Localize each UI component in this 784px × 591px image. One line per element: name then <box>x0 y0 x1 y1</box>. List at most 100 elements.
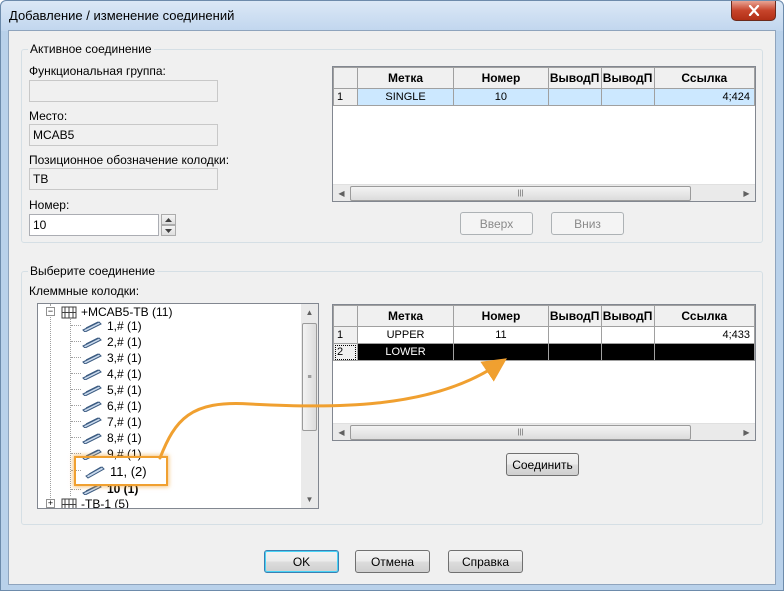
place-field: MCAB5 <box>29 124 218 146</box>
tree-item-terminal[interactable]: 7,# (1) <box>81 414 142 430</box>
column-header[interactable]: Метка <box>356 67 455 89</box>
tree-item-terminal[interactable]: 8,# (1) <box>81 430 142 446</box>
tree-item-terminal[interactable]: 5,# (1) <box>81 382 142 398</box>
terminal-icon <box>82 401 102 412</box>
annotation-highlight-box <box>74 456 168 486</box>
cell-out1[interactable] <box>547 326 602 344</box>
dialog-client-area: Активное соединение Функциональная групп… <box>8 30 776 585</box>
number-label: Номер: <box>29 198 70 212</box>
cell-ref[interactable]: 4;433 <box>653 326 755 344</box>
ok-button[interactable]: OK <box>264 550 339 573</box>
cell-number[interactable]: 11 <box>453 326 549 344</box>
column-header[interactable]: ВыводП <box>600 67 655 89</box>
grid-header-row: Метка Номер ВыводП ВыводП Ссылка <box>333 67 755 89</box>
tree-item-label: 3,# (1) <box>107 351 142 365</box>
table-row[interactable]: 1 SINGLE 10 4;424 <box>333 88 755 106</box>
cell-out1[interactable] <box>547 88 602 106</box>
cell-number[interactable]: 10 <box>453 88 549 106</box>
cell-ref[interactable]: 4;424 <box>653 88 755 106</box>
cell-out2[interactable] <box>600 326 655 344</box>
column-header[interactable]: ВыводП <box>547 67 602 89</box>
spin-down-icon <box>165 228 172 233</box>
terminal-strip-label: Позиционное обозначение колодки: <box>29 153 230 167</box>
column-header[interactable]: Ссылка <box>653 305 755 327</box>
tree-branch-line <box>71 373 81 374</box>
select-connection-grid[interactable]: Метка Номер ВыводП ВыводП Ссылка 1 UPPER… <box>332 304 756 441</box>
cell-out2[interactable] <box>600 88 655 106</box>
select-connection-group: Выберите соединение Клеммные колодки: − … <box>21 264 763 525</box>
scroll-thumb[interactable]: ≡ <box>302 323 317 431</box>
tree-branch-line <box>71 437 81 438</box>
scroll-left-arrow[interactable]: ◀ <box>333 424 350 440</box>
column-header[interactable]: ВыводП <box>600 305 655 327</box>
active-grid-hscrollbar[interactable]: ◀ ||| ▶ <box>333 184 755 201</box>
table-row[interactable]: 1 UPPER 11 4;433 <box>333 326 755 344</box>
scroll-thumb[interactable]: ||| <box>350 425 691 440</box>
terminal-strips-label: Клеммные колодки: <box>29 284 140 298</box>
column-header[interactable]: Номер <box>453 305 549 327</box>
column-header[interactable]: Номер <box>453 67 549 89</box>
scroll-left-arrow[interactable]: ◀ <box>333 185 350 201</box>
tree-expand-icon[interactable]: + <box>46 499 55 508</box>
cell-label[interactable]: LOWER <box>356 343 455 361</box>
tree-root-label: +MCAB5-TB (11) <box>81 305 173 319</box>
number-input[interactable]: 10 <box>29 214 159 236</box>
active-connection-legend: Активное соединение <box>28 42 154 56</box>
scroll-right-arrow[interactable]: ▶ <box>738 185 755 201</box>
scroll-down-arrow[interactable]: ▼ <box>301 491 318 508</box>
move-down-button[interactable]: Вниз <box>551 212 624 235</box>
cell-out1[interactable] <box>547 343 602 361</box>
cell-label[interactable]: SINGLE <box>356 88 455 106</box>
tree-branch-line <box>71 489 81 490</box>
column-header[interactable]: ВыводП <box>547 305 602 327</box>
select-grid-hscrollbar[interactable]: ◀ ||| ▶ <box>333 423 755 440</box>
grid-header-row: Метка Номер ВыводП ВыводП Ссылка <box>333 305 755 327</box>
scroll-thumb[interactable]: ||| <box>350 186 691 201</box>
column-header[interactable]: Ссылка <box>653 67 755 89</box>
row-index[interactable]: 1 <box>333 88 358 106</box>
cell-number[interactable] <box>453 343 549 361</box>
tree-item-terminal[interactable]: 4,# (1) <box>81 366 142 382</box>
row-index[interactable]: 1 <box>333 326 358 344</box>
move-up-button[interactable]: Вверх <box>460 212 533 235</box>
terminal-icon <box>82 433 102 444</box>
tree-item-label: 4,# (1) <box>107 367 142 381</box>
cell-out2[interactable] <box>600 343 655 361</box>
tree-guide-line <box>70 316 71 496</box>
cell-ref[interactable] <box>653 343 755 361</box>
scroll-right-arrow[interactable]: ▶ <box>738 424 755 440</box>
terminal-icon <box>82 337 102 348</box>
table-row-selected[interactable]: 2 LOWER <box>333 343 755 361</box>
number-spin-up[interactable] <box>161 214 176 225</box>
close-icon <box>748 5 759 16</box>
row-index[interactable]: 2 <box>333 343 358 361</box>
tree-item-terminal[interactable]: 1,# (1) <box>81 318 142 334</box>
connect-button[interactable]: Соединить <box>506 453 579 476</box>
terminal-icon <box>82 385 102 396</box>
tree-collapse-icon[interactable]: − <box>46 307 55 316</box>
functional-group-label: Функциональная группа: <box>29 64 166 78</box>
title-bar[interactable]: Добавление / изменение соединений <box>1 1 783 31</box>
cell-label[interactable]: UPPER <box>356 326 455 344</box>
tree-item-label: 8,# (1) <box>107 431 142 445</box>
scroll-up-arrow[interactable]: ▲ <box>301 304 318 321</box>
tree-item-terminal[interactable]: 3,# (1) <box>81 350 142 366</box>
tree-guide-line <box>50 304 51 504</box>
terminal-strip-field: TB <box>29 168 218 190</box>
cancel-button[interactable]: Отмена <box>355 550 430 573</box>
tree-branch-line <box>71 405 81 406</box>
column-header[interactable]: Метка <box>356 305 455 327</box>
functional-group-field <box>29 80 218 102</box>
tree-vscrollbar[interactable]: ▲ ≡ ▼ <box>301 304 318 508</box>
help-button[interactable]: Справка <box>448 550 523 573</box>
close-button[interactable] <box>731 1 776 21</box>
tree-item-terminal[interactable]: 6,# (1) <box>81 398 142 414</box>
place-label: Место: <box>29 109 68 123</box>
tree-root-node[interactable]: -TB-1 (5) <box>61 496 129 508</box>
number-spin-down[interactable] <box>161 225 176 236</box>
active-connection-grid[interactable]: Метка Номер ВыводП ВыводП Ссылка 1 SINGL… <box>332 66 756 202</box>
tree-branch-line <box>71 341 81 342</box>
tree-item-terminal[interactable]: 2,# (1) <box>81 334 142 350</box>
tree-item-label: 2,# (1) <box>107 335 142 349</box>
active-connection-group: Активное соединение Функциональная групп… <box>21 42 763 243</box>
